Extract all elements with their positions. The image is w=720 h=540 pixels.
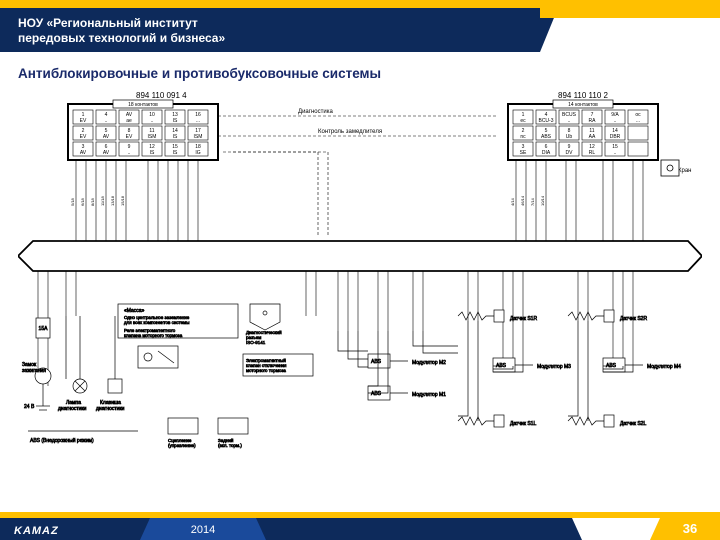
svg-text:13/18: 13/18 xyxy=(110,195,115,206)
svg-text:..: .. xyxy=(105,118,108,124)
svg-text:ABS: ABS xyxy=(371,359,382,365)
svg-text:ISM: ISM xyxy=(148,134,157,140)
svg-text:15/18: 15/18 xyxy=(120,195,125,206)
diag-label: Диагностика xyxy=(298,109,333,115)
svg-text:RA: RA xyxy=(589,118,597,124)
svg-text:AV: AV xyxy=(103,134,110,140)
svg-text:Датчик S2L: Датчик S2L xyxy=(620,421,646,427)
svg-text:Задний(вкл. торм.): Задний(вкл. торм.) xyxy=(218,437,242,448)
svg-text:24 В: 24 В xyxy=(24,404,35,410)
svg-text:Модулятор M4: Модулятор M4 xyxy=(647,364,681,370)
header-accent-tail xyxy=(540,8,720,18)
conn-left-partno: 894 110 091 4 xyxy=(136,91,187,100)
institution-line2: передовых технологий и бизнеса» xyxy=(18,31,225,45)
svg-text:Клавишадиагностики: Клавишадиагностики xyxy=(96,400,125,412)
retarder-label: Контроль замедлителя xyxy=(318,129,382,135)
year-label: 2014 xyxy=(150,524,256,536)
svg-text:IS: IS xyxy=(173,118,178,124)
institution-line1: НОУ «Региональный институт xyxy=(18,16,198,30)
svg-text:EV: EV xyxy=(126,134,133,140)
svg-text:ec: ec xyxy=(520,118,526,124)
brake-valve-label: Кран xyxy=(678,168,691,174)
svg-text:Модулятор M3: Модулятор M3 xyxy=(537,364,571,370)
svg-text:Модулятор M1: Модулятор M1 xyxy=(412,392,446,398)
svg-text:ДиагностическийразъемISO-9141: ДиагностическийразъемISO-9141 xyxy=(246,329,282,345)
svg-text:..: .. xyxy=(151,118,154,124)
svg-text:Датчик S1R: Датчик S1R xyxy=(510,316,537,322)
svg-text:8/18: 8/18 xyxy=(90,197,95,206)
svg-text:Датчик S1L: Датчик S1L xyxy=(510,421,536,427)
svg-text:nc: nc xyxy=(520,134,526,140)
brand-logo: KAMAZ xyxy=(14,525,59,537)
svg-text:ISM: ISM xyxy=(194,134,203,140)
svg-text:IS: IS xyxy=(150,150,155,156)
svg-text:ABS (Внедорожный режим): ABS (Внедорожный режим) xyxy=(30,437,94,444)
year-box: 2014 xyxy=(150,518,256,540)
svg-text:5/18: 5/18 xyxy=(70,197,75,206)
header-accent xyxy=(0,0,720,8)
svg-text:Ub: Ub xyxy=(566,134,573,140)
conn-right-partno: 894 110 110 2 xyxy=(558,91,609,100)
svg-text:6/18: 6/18 xyxy=(80,197,85,206)
slide-title: Антиблокировочные и противобуксовочные с… xyxy=(18,66,381,81)
svg-text:EV: EV xyxy=(80,118,87,124)
svg-text:Сцепление(управление): Сцепление(управление) xyxy=(168,438,196,448)
svg-text:DBR: DBR xyxy=(610,134,621,140)
svg-text:Модулятор M2: Модулятор M2 xyxy=(412,360,446,366)
svg-text:..: .. xyxy=(568,118,571,124)
svg-text:«Масса»: «Масса» xyxy=(124,308,145,314)
conn-left-label: 18 контактов xyxy=(128,102,158,108)
svg-text:IS: IS xyxy=(173,134,178,140)
footer-bar xyxy=(0,518,572,540)
institution-name: НОУ «Региональный институт передовых тех… xyxy=(18,16,225,46)
svg-text:IS: IS xyxy=(173,150,178,156)
svg-text:..: .. xyxy=(128,150,131,156)
wiring-diagram: 894 110 091 4 18 контактов 14AV101316 EV… xyxy=(18,86,702,464)
svg-text:ae: ae xyxy=(126,118,132,124)
svg-text:ABS: ABS xyxy=(371,391,382,397)
svg-text:4/14: 4/14 xyxy=(510,197,515,206)
conn-right-label: 14 контактов xyxy=(568,102,598,108)
svg-text:7/14: 7/14 xyxy=(530,197,535,206)
svg-text:AV: AV xyxy=(103,150,110,156)
svg-text:BCU-3: BCU-3 xyxy=(538,118,553,124)
svg-text:IG: IG xyxy=(195,150,200,156)
svg-text:46/14: 46/14 xyxy=(520,195,525,206)
slide: НОУ «Региональный институт передовых тех… xyxy=(0,0,720,540)
svg-text:RL: RL xyxy=(589,150,596,156)
svg-text:DV: DV xyxy=(566,150,574,156)
svg-text:AV: AV xyxy=(80,150,87,156)
svg-text:..: .. xyxy=(614,150,617,156)
svg-text:DIA: DIA xyxy=(542,150,551,156)
svg-text:Одно центральное заземлениедля: Одно центральное заземлениедля всех комп… xyxy=(124,315,190,325)
svg-text:Лампадиагностики: Лампадиагностики xyxy=(58,400,87,412)
svg-text:ABS: ABS xyxy=(541,134,552,140)
svg-text:SE: SE xyxy=(520,150,527,156)
svg-text:AA: AA xyxy=(589,134,596,140)
svg-text:...: ... xyxy=(636,118,640,124)
svg-text:Реле электромагнитногоклапана: Реле электромагнитногоклапана моторного … xyxy=(124,328,183,338)
svg-text:15A: 15A xyxy=(39,326,49,332)
svg-text:..: .. xyxy=(614,118,617,124)
ignition-label: Замокзажигания xyxy=(22,362,46,374)
svg-text:10/14: 10/14 xyxy=(540,195,545,206)
svg-text:...: ... xyxy=(196,118,200,124)
svg-text:11/18: 11/18 xyxy=(100,196,105,206)
svg-text:EV: EV xyxy=(80,134,87,140)
page-number: 36 xyxy=(660,518,720,540)
svg-text:Датчик S2R: Датчик S2R xyxy=(620,316,647,322)
svg-text:Электромагнитныйклапан отключе: Электромагнитныйклапан отключениямоторно… xyxy=(246,357,287,373)
